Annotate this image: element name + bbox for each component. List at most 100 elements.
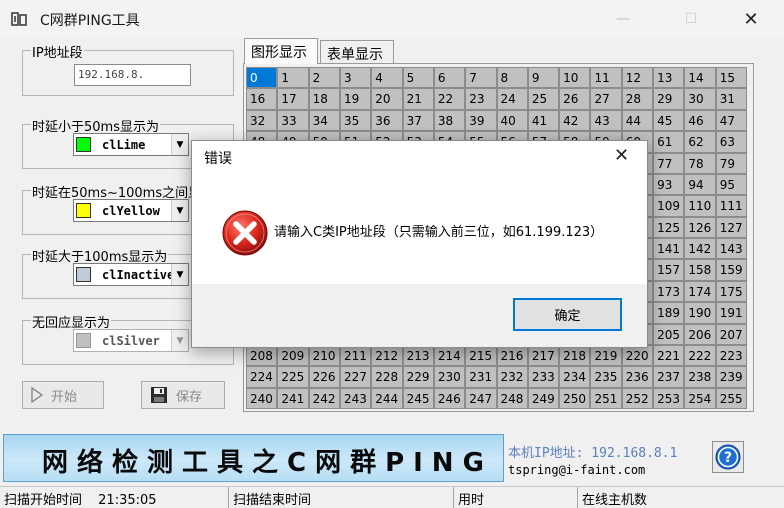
ip-cell[interactable]: 247 — [465, 387, 497, 409]
ip-cell[interactable]: 143 — [715, 238, 747, 260]
ip-cell[interactable]: 22 — [433, 88, 466, 110]
ip-cell[interactable]: 40 — [496, 109, 528, 132]
ip-cell[interactable]: 219 — [590, 344, 622, 367]
ip-cell[interactable]: 16 — [246, 88, 278, 110]
ip-cell[interactable]: 7 — [465, 67, 497, 89]
ip-cell[interactable]: 237 — [653, 366, 685, 388]
ip-cell[interactable]: 227 — [339, 366, 372, 388]
ip-cell[interactable]: 157 — [653, 259, 685, 281]
ip-cell[interactable]: 209 — [277, 344, 309, 367]
ip-cell[interactable]: 125 — [653, 216, 685, 238]
ip-cell[interactable]: 38 — [433, 109, 466, 132]
ip-cell[interactable]: 215 — [465, 344, 497, 367]
chevron-down-icon[interactable]: ▼ — [171, 264, 188, 285]
ip-cell[interactable]: 41 — [527, 109, 560, 132]
ip-cell[interactable]: 3 — [339, 67, 372, 89]
ip-cell[interactable]: 221 — [653, 344, 685, 367]
ip-cell[interactable]: 234 — [559, 366, 591, 388]
ip-cell[interactable]: 228 — [371, 366, 403, 388]
tab-form-view[interactable]: 表单显示 — [320, 40, 394, 64]
ip-cell[interactable]: 111 — [715, 195, 747, 217]
ip-cell[interactable]: 29 — [653, 88, 685, 110]
ip-cell[interactable]: 205 — [653, 323, 685, 345]
ip-cell[interactable]: 216 — [496, 344, 528, 367]
ip-cell[interactable]: 34 — [308, 109, 340, 132]
ip-cell[interactable]: 255 — [715, 387, 747, 409]
ip-cell[interactable]: 94 — [684, 173, 716, 196]
ip-cell[interactable]: 95 — [715, 173, 747, 196]
chevron-down-icon[interactable]: ▼ — [171, 134, 188, 155]
ip-cell[interactable]: 251 — [590, 387, 622, 409]
chevron-down-icon[interactable]: ▼ — [171, 200, 188, 221]
ip-cell[interactable]: 25 — [527, 88, 560, 110]
ip-cell[interactable]: 224 — [246, 366, 278, 388]
ip-cell[interactable]: 15 — [715, 67, 747, 89]
ip-cell[interactable]: 46 — [684, 109, 716, 132]
ip-cell[interactable]: 39 — [465, 109, 497, 132]
latency-over-100-select[interactable]: clInactiveCaption ▼ — [73, 263, 189, 286]
ip-cell[interactable]: 211 — [339, 344, 372, 367]
ip-cell[interactable]: 142 — [684, 238, 716, 260]
ip-cell[interactable]: 42 — [559, 109, 591, 132]
save-button[interactable]: 保存 — [141, 381, 225, 409]
ip-cell[interactable]: 242 — [308, 387, 340, 409]
ip-cell[interactable]: 240 — [246, 387, 278, 409]
ip-cell[interactable]: 31 — [715, 88, 747, 110]
ip-cell[interactable]: 5 — [402, 67, 434, 89]
ip-cell[interactable]: 4 — [371, 67, 403, 89]
minimize-button[interactable]: — — [600, 0, 646, 38]
ip-cell[interactable]: 233 — [527, 366, 560, 388]
ip-cell[interactable]: 30 — [684, 88, 716, 110]
chevron-down-icon[interactable]: ▼ — [171, 330, 188, 351]
ip-cell[interactable]: 253 — [653, 387, 685, 409]
ip-cell[interactable]: 63 — [715, 131, 747, 153]
ip-cell[interactable]: 44 — [621, 109, 654, 132]
ip-cell[interactable]: 93 — [653, 173, 685, 196]
ip-cell[interactable]: 226 — [308, 366, 340, 388]
ip-cell[interactable]: 14 — [684, 67, 716, 89]
ip-cell[interactable]: 9 — [527, 67, 560, 89]
ip-cell[interactable]: 232 — [496, 366, 528, 388]
ip-cell[interactable]: 223 — [715, 344, 747, 367]
ip-cell[interactable]: 245 — [402, 387, 434, 409]
ip-cell[interactable]: 220 — [621, 344, 654, 367]
ip-cell[interactable]: 19 — [339, 88, 372, 110]
close-button[interactable]: ✕ — [728, 0, 774, 38]
ip-cell[interactable]: 175 — [715, 280, 747, 303]
ip-cell[interactable]: 235 — [590, 366, 622, 388]
ip-cell[interactable]: 8 — [496, 67, 528, 89]
ip-cell[interactable]: 32 — [246, 109, 278, 132]
ip-cell[interactable]: 217 — [527, 344, 560, 367]
ip-cell[interactable]: 6 — [433, 67, 466, 89]
ip-cell[interactable]: 141 — [653, 238, 685, 260]
ip-cell[interactable]: 78 — [684, 152, 716, 174]
ip-cell[interactable]: 79 — [715, 152, 747, 174]
ip-cell[interactable]: 225 — [277, 366, 309, 388]
ip-cell[interactable]: 24 — [496, 88, 528, 110]
ip-cell[interactable]: 159 — [715, 259, 747, 281]
ip-cell[interactable]: 173 — [653, 280, 685, 303]
ip-cell[interactable]: 250 — [559, 387, 591, 409]
ip-cell[interactable]: 218 — [559, 344, 591, 367]
latency-50-100-select[interactable]: clYellow ▼ — [73, 199, 189, 222]
ip-cell[interactable]: 207 — [715, 323, 747, 345]
ip-cell[interactable]: 254 — [684, 387, 716, 409]
tab-graph-view[interactable]: 图形显示 — [244, 38, 318, 64]
ip-cell[interactable]: 21 — [402, 88, 434, 110]
ip-cell[interactable]: 1 — [277, 67, 309, 89]
ip-cell[interactable]: 208 — [246, 344, 278, 367]
ip-cell[interactable]: 10 — [559, 67, 591, 89]
ip-cell[interactable]: 61 — [653, 131, 685, 153]
ip-cell[interactable]: 23 — [465, 88, 497, 110]
ip-cell[interactable]: 239 — [715, 366, 747, 388]
ip-cell[interactable]: 13 — [653, 67, 685, 89]
ip-cell[interactable]: 244 — [371, 387, 403, 409]
ip-cell[interactable]: 18 — [308, 88, 340, 110]
ip-cell[interactable]: 241 — [277, 387, 309, 409]
ip-cell[interactable]: 77 — [653, 152, 685, 174]
ip-cell[interactable]: 127 — [715, 216, 747, 238]
ip-cell[interactable]: 17 — [277, 88, 309, 110]
ip-cell[interactable]: 238 — [684, 366, 716, 388]
help-button[interactable]: ? — [712, 441, 744, 473]
ip-cell[interactable]: 33 — [277, 109, 309, 132]
